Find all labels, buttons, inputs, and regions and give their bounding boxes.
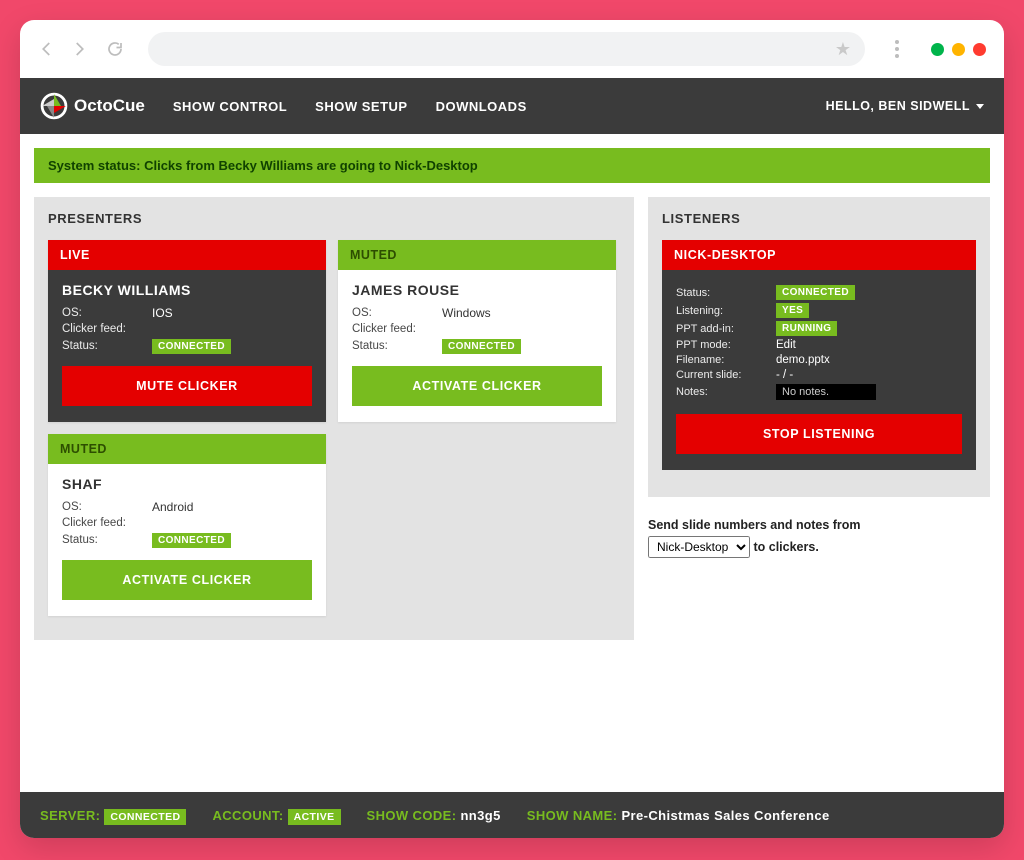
notes-value: No notes. [776, 384, 876, 400]
presenter-action-button[interactable]: ACTIVATE CLICKER [352, 366, 602, 406]
url-bar[interactable]: ★ [148, 32, 865, 66]
notes-source-select[interactable]: Nick-Desktop [648, 536, 750, 558]
account-status-pill: ACTIVE [288, 809, 341, 825]
current-slide-value: - / - [776, 369, 962, 381]
app-logo[interactable]: OctoCue [40, 92, 145, 120]
aperture-icon [40, 92, 68, 120]
presenter-os: Android [152, 500, 312, 514]
bookmark-star-icon[interactable]: ★ [835, 39, 851, 60]
window-dot-red[interactable] [973, 43, 986, 56]
presenter-action-button[interactable]: MUTE CLICKER [62, 366, 312, 406]
filename-value: demo.pptx [776, 354, 962, 366]
addin-badge: RUNNING [776, 321, 837, 336]
presenter-name: JAMES ROUSE [352, 282, 602, 298]
show-code-value: nn3g5 [460, 808, 500, 823]
listeners-panel: LISTENERS NICK-DESKTOP Status:CONNECTED … [648, 197, 990, 497]
top-nav: OctoCue SHOW CONTROL SHOW SETUP DOWNLOAD… [20, 78, 1004, 134]
presenter-os: Windows [442, 306, 602, 320]
presenter-status-badge: CONNECTED [442, 339, 521, 354]
listener-name: NICK-DESKTOP [662, 240, 976, 270]
send-notes-control: Send slide numbers and notes from Nick-D… [648, 515, 990, 559]
window-dot-green[interactable] [931, 43, 944, 56]
presenter-state: LIVE [48, 240, 326, 270]
forward-icon[interactable] [70, 40, 88, 58]
presenter-card: MUTEDJAMES ROUSEOS:WindowsClicker feed:S… [338, 240, 616, 422]
presenter-status-badge: CONNECTED [152, 339, 231, 354]
browser-window: ★ OctoCue SHOW CONTROL SHOW SETUP [20, 20, 1004, 838]
presenters-panel: PRESENTERS LIVEBECKY WILLIAMSOS:IOSClick… [34, 197, 634, 640]
presenter-action-button[interactable]: ACTIVATE CLICKER [62, 560, 312, 600]
user-greeting: HELLO, BEN SIDWELL [826, 99, 970, 113]
presenter-card: MUTEDSHAFOS:AndroidClicker feed:Status:C… [48, 434, 326, 616]
nav-downloads[interactable]: DOWNLOADS [436, 99, 527, 114]
listener-card: NICK-DESKTOP Status:CONNECTED Listening:… [662, 240, 976, 470]
window-dot-yellow[interactable] [952, 43, 965, 56]
app-page: OctoCue SHOW CONTROL SHOW SETUP DOWNLOAD… [20, 78, 1004, 838]
presenter-state: MUTED [338, 240, 616, 270]
ppt-mode-value: Edit [776, 339, 962, 351]
nav-show-setup[interactable]: SHOW SETUP [315, 99, 407, 114]
presenters-heading: PRESENTERS [48, 211, 620, 226]
content-area: System status: Clicks from Becky William… [20, 134, 1004, 792]
presenter-card: LIVEBECKY WILLIAMSOS:IOSClicker feed:Sta… [48, 240, 326, 422]
stop-listening-button[interactable]: STOP LISTENING [676, 414, 962, 454]
nav-show-control[interactable]: SHOW CONTROL [173, 99, 287, 114]
listening-badge: YES [776, 303, 809, 318]
chevron-down-icon [976, 104, 984, 109]
reload-icon[interactable] [106, 40, 124, 58]
presenter-os: IOS [152, 306, 312, 320]
footer-bar: SERVER: CONNECTED ACCOUNT: ACTIVE SHOW C… [20, 792, 1004, 838]
presenter-state: MUTED [48, 434, 326, 464]
show-name-value: Pre-Chistmas Sales Conference [621, 808, 829, 823]
back-icon[interactable] [38, 40, 56, 58]
window-controls [931, 43, 986, 56]
system-status-banner: System status: Clicks from Becky William… [34, 148, 990, 183]
status-badge: CONNECTED [776, 285, 855, 300]
browser-menu-icon[interactable] [895, 40, 899, 58]
presenter-status-badge: CONNECTED [152, 533, 231, 548]
user-menu[interactable]: HELLO, BEN SIDWELL [826, 99, 984, 113]
server-status-pill: CONNECTED [104, 809, 186, 825]
presenter-name: BECKY WILLIAMS [62, 282, 312, 298]
brand-name: OctoCue [74, 96, 145, 116]
presenter-name: SHAF [62, 476, 312, 492]
listeners-heading: LISTENERS [662, 211, 976, 226]
browser-chrome: ★ [20, 20, 1004, 78]
